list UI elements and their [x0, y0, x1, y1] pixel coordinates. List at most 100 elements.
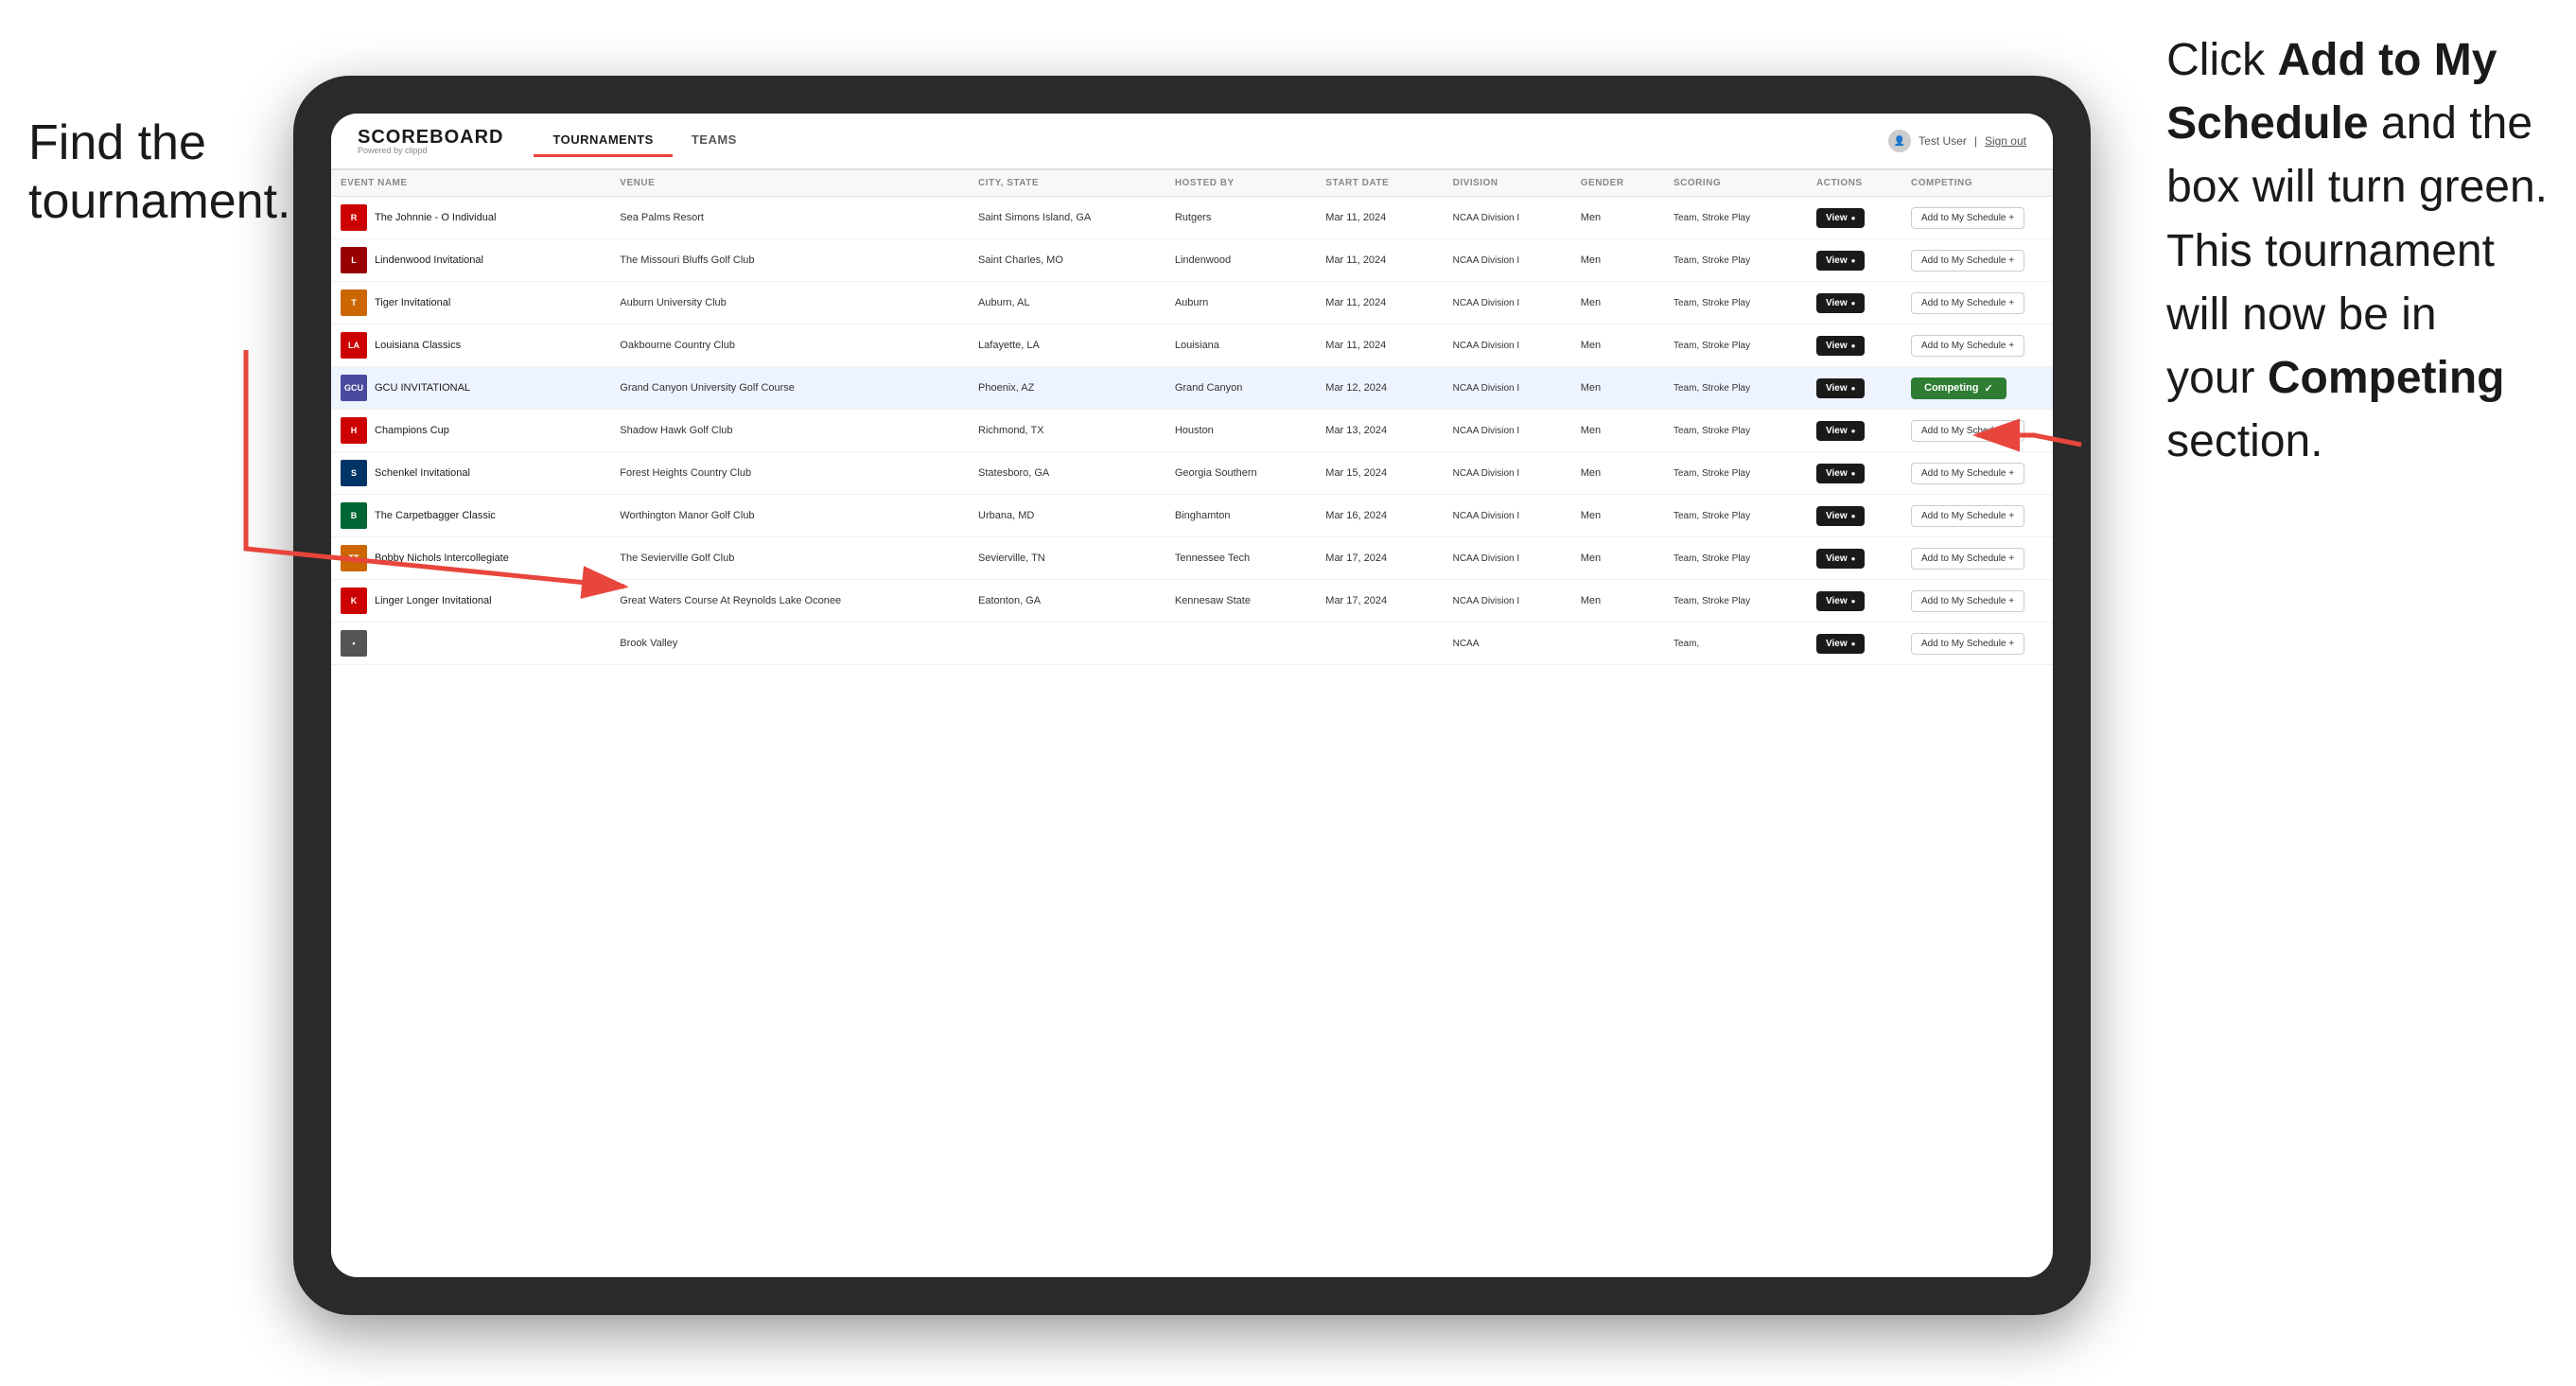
venue-cell: Worthington Manor Golf Club — [610, 495, 969, 537]
add-to-schedule-button[interactable]: Add to My Schedule + — [1911, 505, 2024, 527]
logo-sub-text: Powered by clippd — [358, 147, 503, 155]
division-cell: NCAA Division I — [1444, 197, 1571, 239]
annotation-left: Find thetournament. — [28, 114, 291, 232]
city-cell: Eatonton, GA — [969, 580, 1165, 623]
event-name-cell: R The Johnnie - O Individual — [341, 204, 601, 231]
add-to-schedule-button[interactable]: Add to My Schedule + — [1911, 463, 2024, 484]
col-header-division: DIVISION — [1444, 170, 1571, 197]
competing-cell: Add to My Schedule + — [1901, 580, 2053, 623]
scoreboard-logo: SCOREBOARD Powered by clippd — [358, 128, 503, 155]
actions-cell: View ● — [1807, 495, 1901, 537]
date-cell: Mar 16, 2024 — [1316, 495, 1443, 537]
hosted-cell: Georgia Southern — [1165, 452, 1316, 495]
view-button[interactable]: View ● — [1816, 293, 1865, 313]
gender-cell: Men — [1571, 537, 1664, 580]
actions-cell: View ● — [1807, 367, 1901, 410]
add-to-schedule-button[interactable]: Add to My Schedule + — [1911, 250, 2024, 272]
competing-cell: Add to My Schedule + — [1901, 452, 2053, 495]
date-cell: Mar 12, 2024 — [1316, 367, 1443, 410]
gender-cell: Men — [1571, 367, 1664, 410]
city-cell: Saint Simons Island, GA — [969, 197, 1165, 239]
add-to-schedule-button[interactable]: Add to My Schedule + — [1911, 548, 2024, 570]
table-row: H Champions Cup Shadow Hawk Golf ClubRic… — [331, 410, 2053, 452]
venue-cell: The Missouri Bluffs Golf Club — [610, 239, 969, 282]
hosted-cell: Houston — [1165, 410, 1316, 452]
view-button[interactable]: View ● — [1816, 208, 1865, 228]
logo-main-text: SCOREBOARD — [358, 128, 503, 147]
view-button[interactable]: View ● — [1816, 464, 1865, 483]
view-button[interactable]: View ● — [1816, 336, 1865, 356]
view-button[interactable]: View ● — [1816, 634, 1865, 654]
tournaments-table: EVENT NAME VENUE CITY, STATE HOSTED BY S… — [331, 170, 2053, 665]
event-name-text: Louisiana Classics — [375, 340, 461, 351]
hosted-cell: Louisiana — [1165, 325, 1316, 367]
view-button[interactable]: View ● — [1816, 549, 1865, 569]
col-header-venue: VENUE — [610, 170, 969, 197]
event-name-text: The Carpetbagger Classic — [375, 510, 496, 521]
competing-cell: Add to My Schedule + — [1901, 282, 2053, 325]
actions-cell: View ● — [1807, 197, 1901, 239]
venue-cell: Shadow Hawk Golf Club — [610, 410, 969, 452]
add-to-schedule-button[interactable]: Add to My Schedule + — [1911, 335, 2024, 357]
hosted-cell: Lindenwood — [1165, 239, 1316, 282]
venue-cell: Great Waters Course At Reynolds Lake Oco… — [610, 580, 969, 623]
col-header-city: CITY, STATE — [969, 170, 1165, 197]
venue-cell: Brook Valley — [610, 623, 969, 665]
competing-cell: Competing ✓ — [1901, 367, 2053, 410]
scoring-cell: Team, Stroke Play — [1664, 282, 1807, 325]
table-row: K Linger Longer Invitational Great Water… — [331, 580, 2053, 623]
col-header-competing: COMPETING — [1901, 170, 2053, 197]
view-button[interactable]: View ● — [1816, 506, 1865, 526]
separator: | — [1974, 134, 1977, 148]
date-cell: Mar 17, 2024 — [1316, 537, 1443, 580]
actions-cell: View ● — [1807, 623, 1901, 665]
gender-cell: Men — [1571, 239, 1664, 282]
add-to-schedule-button[interactable]: Add to My Schedule + — [1911, 420, 2024, 442]
tab-tournaments[interactable]: TOURNAMENTS — [534, 125, 672, 157]
col-header-date: START DATE — [1316, 170, 1443, 197]
city-cell: Phoenix, AZ — [969, 367, 1165, 410]
hosted-cell: Kennesaw State — [1165, 580, 1316, 623]
add-to-schedule-button[interactable]: Add to My Schedule + — [1911, 590, 2024, 612]
view-button[interactable]: View ● — [1816, 421, 1865, 441]
add-to-schedule-button[interactable]: Add to My Schedule + — [1911, 633, 2024, 655]
view-button[interactable]: View ● — [1816, 251, 1865, 271]
gender-cell: Men — [1571, 197, 1664, 239]
team-logo: H — [341, 417, 367, 444]
competing-button[interactable]: Competing ✓ — [1911, 377, 2006, 399]
view-button[interactable]: View ● — [1816, 378, 1865, 398]
city-cell: Richmond, TX — [969, 410, 1165, 452]
scoring-cell: Team, Stroke Play — [1664, 580, 1807, 623]
actions-cell: View ● — [1807, 282, 1901, 325]
gender-cell: Men — [1571, 410, 1664, 452]
city-cell: Sevierville, TN — [969, 537, 1165, 580]
actions-cell: View ● — [1807, 580, 1901, 623]
event-name-text: GCU INVITATIONAL — [375, 382, 470, 394]
division-cell: NCAA Division I — [1444, 367, 1571, 410]
col-header-scoring: SCORING — [1664, 170, 1807, 197]
team-logo: L — [341, 247, 367, 273]
date-cell: Mar 13, 2024 — [1316, 410, 1443, 452]
team-logo: • — [341, 630, 367, 657]
city-cell: Auburn, AL — [969, 282, 1165, 325]
table-header-row: EVENT NAME VENUE CITY, STATE HOSTED BY S… — [331, 170, 2053, 197]
competing-cell: Add to My Schedule + — [1901, 495, 2053, 537]
scoring-cell: Team, — [1664, 623, 1807, 665]
team-logo: T — [341, 289, 367, 316]
signout-link[interactable]: Sign out — [1985, 134, 2026, 148]
division-cell: NCAA Division I — [1444, 452, 1571, 495]
event-name-cell: • — [341, 630, 601, 657]
scoring-cell: Team, Stroke Play — [1664, 367, 1807, 410]
hosted-cell: Grand Canyon — [1165, 367, 1316, 410]
division-cell: NCAA Division I — [1444, 495, 1571, 537]
gender-cell — [1571, 623, 1664, 665]
event-name-text: Champions Cup — [375, 425, 449, 436]
city-cell: Lafayette, LA — [969, 325, 1165, 367]
col-header-event: EVENT NAME — [331, 170, 610, 197]
hosted-cell — [1165, 623, 1316, 665]
add-to-schedule-button[interactable]: Add to My Schedule + — [1911, 292, 2024, 314]
tab-teams[interactable]: TEAMS — [673, 125, 756, 157]
team-logo: B — [341, 502, 367, 529]
add-to-schedule-button[interactable]: Add to My Schedule + — [1911, 207, 2024, 229]
view-button[interactable]: View ● — [1816, 591, 1865, 611]
